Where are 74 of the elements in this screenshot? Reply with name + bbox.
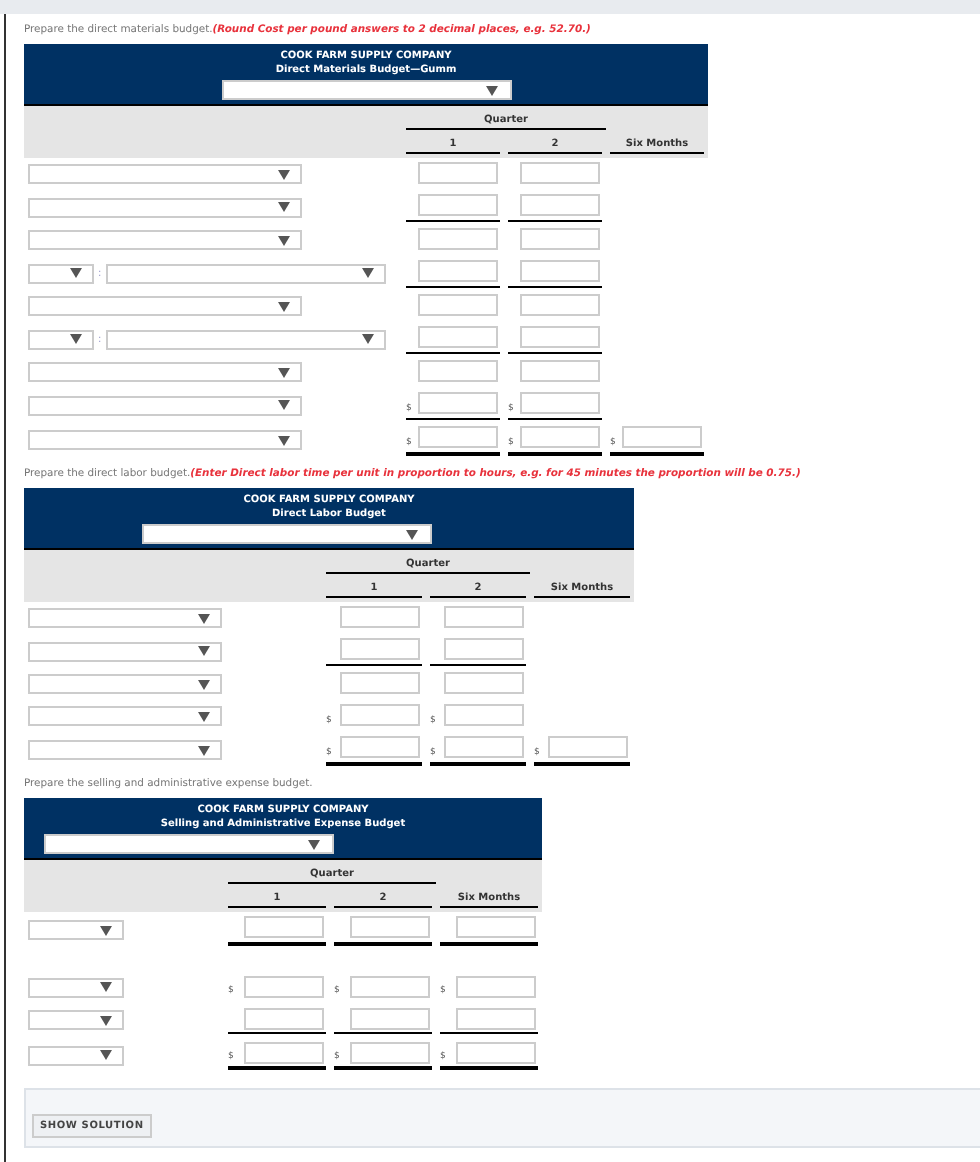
- caret-icon: [278, 235, 290, 245]
- caret-icon: [278, 400, 290, 410]
- amount-input[interactable]: [418, 260, 498, 282]
- caret-icon: [198, 613, 210, 623]
- caret-icon: [278, 169, 290, 179]
- amount-input[interactable]: [520, 194, 600, 216]
- amount-input[interactable]: [340, 704, 420, 726]
- caret-icon: [70, 334, 82, 344]
- amount-input[interactable]: [520, 162, 600, 184]
- amount-input[interactable]: [340, 638, 420, 660]
- amount-input[interactable]: [520, 360, 600, 382]
- amount-input[interactable]: [418, 360, 498, 382]
- amount-input[interactable]: [340, 672, 420, 694]
- amount-input[interactable]: [340, 606, 420, 628]
- caret-icon: [486, 85, 498, 95]
- amount-input[interactable]: [444, 606, 524, 628]
- caret-icon: [278, 367, 290, 377]
- amount-input[interactable]: [520, 260, 600, 282]
- caret-icon: [361, 268, 374, 278]
- account-dropdown[interactable]: [28, 1045, 124, 1065]
- amount-input[interactable]: [418, 326, 498, 348]
- amount-input[interactable]: [418, 294, 498, 316]
- amount-input[interactable]: [520, 426, 600, 448]
- amount-input[interactable]: [520, 392, 600, 414]
- amount-input[interactable]: [520, 294, 600, 316]
- amount-input[interactable]: [456, 975, 536, 997]
- amount-input[interactable]: [350, 916, 430, 938]
- caret-icon: [198, 679, 210, 689]
- amount-input[interactable]: [622, 426, 702, 448]
- amount-input[interactable]: [444, 704, 524, 726]
- period-dropdown[interactable]: [44, 834, 334, 854]
- amount-input[interactable]: [418, 228, 498, 250]
- caret-icon: [406, 529, 418, 539]
- amount-input[interactable]: [520, 326, 600, 348]
- amount-input[interactable]: [548, 736, 628, 758]
- quantity-dropdown[interactable]: [28, 263, 94, 283]
- amount-input[interactable]: [340, 736, 420, 758]
- period-dropdown[interactable]: [142, 524, 432, 544]
- amount-input[interactable]: [418, 194, 498, 216]
- caret-icon: [361, 334, 374, 344]
- amount-input[interactable]: [444, 736, 524, 758]
- amount-input[interactable]: [418, 426, 498, 448]
- caret-icon: [100, 1050, 112, 1060]
- amount-input[interactable]: [418, 162, 498, 184]
- amount-input[interactable]: [418, 392, 498, 414]
- caret-icon: [100, 1015, 112, 1025]
- caret-icon: [308, 839, 320, 849]
- caret-icon: [70, 268, 82, 278]
- period-dropdown[interactable]: [222, 80, 512, 100]
- amount-input[interactable]: [444, 672, 524, 694]
- amount-input[interactable]: [244, 1041, 324, 1063]
- account-dropdown[interactable]: [28, 920, 124, 940]
- amount-input[interactable]: [244, 1007, 324, 1029]
- caret-icon: [198, 646, 210, 656]
- amount-input[interactable]: [350, 1041, 430, 1063]
- caret-icon: [100, 925, 112, 935]
- caret-icon: [278, 301, 290, 311]
- amount-input[interactable]: [350, 1007, 430, 1029]
- amount-input[interactable]: [244, 975, 324, 997]
- amount-input[interactable]: [456, 1007, 536, 1029]
- amount-input[interactable]: [456, 916, 536, 938]
- amount-input[interactable]: [350, 975, 430, 997]
- caret-icon: [100, 982, 112, 992]
- caret-icon: [278, 435, 290, 445]
- account-dropdown[interactable]: [28, 1010, 124, 1030]
- amount-input[interactable]: [244, 916, 324, 938]
- amount-input[interactable]: [456, 1041, 536, 1063]
- account-dropdown[interactable]: [28, 977, 124, 997]
- caret-icon: [198, 711, 210, 721]
- amount-input[interactable]: [520, 228, 600, 250]
- caret-icon: [198, 745, 210, 755]
- caret-icon: [278, 202, 290, 212]
- quantity-dropdown[interactable]: [28, 329, 94, 349]
- amount-input[interactable]: [444, 638, 524, 660]
